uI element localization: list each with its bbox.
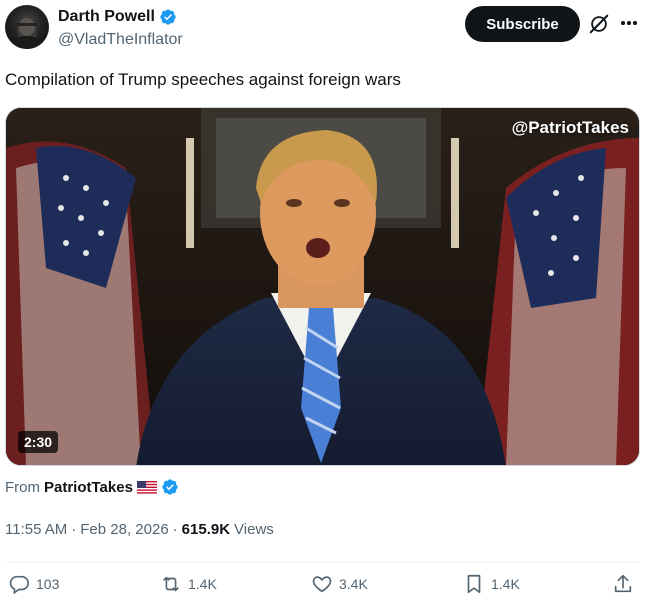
repost-button[interactable]: 1.4K xyxy=(160,573,217,595)
views-label: Views xyxy=(234,521,274,538)
meta-separator: · xyxy=(172,521,178,538)
like-button[interactable]: 3.4K xyxy=(311,573,368,595)
us-flag-icon xyxy=(136,480,157,494)
tweet-text: Compilation of Trump speeches against fo… xyxy=(5,70,401,89)
share-icon xyxy=(614,574,632,593)
more-dot xyxy=(633,21,637,25)
video-watermark: @PatriotTakes xyxy=(511,118,629,137)
source-verified-badge-icon xyxy=(162,479,178,495)
from-label: From xyxy=(5,478,40,496)
share-button[interactable] xyxy=(612,573,634,595)
divider xyxy=(5,562,640,563)
bookmark-icon xyxy=(467,574,481,594)
bookmark-count: 1.4K xyxy=(491,576,520,592)
author-avatar[interactable] xyxy=(5,5,49,49)
repost-icon xyxy=(163,576,179,592)
repost-count: 1.4K xyxy=(188,576,217,592)
tweet-date[interactable]: Feb 28, 2026 xyxy=(80,521,168,538)
verified-badge-icon xyxy=(160,9,176,25)
video-duration-badge: 2:30 xyxy=(18,431,59,453)
subscribe-button[interactable]: Subscribe xyxy=(465,6,580,42)
author-handle[interactable]: @VladTheInflator xyxy=(58,31,183,49)
reply-icon xyxy=(9,575,29,595)
reply-button[interactable]: 103 xyxy=(8,573,59,595)
tweet-header: Darth Powell @VladTheInflator Subscribe xyxy=(0,0,645,60)
more-options-icon[interactable] xyxy=(618,12,640,34)
more-dot xyxy=(621,21,625,25)
tweet-actions: 103 1.4K 3.4K 1.4K xyxy=(0,573,645,603)
views-count: 615.9K xyxy=(181,521,231,538)
grok-icon[interactable] xyxy=(588,13,610,35)
tweet-time[interactable]: 11:55 AM xyxy=(5,521,67,538)
tweet-meta: 11:55 AM · Feb 28, 2026 · 615.9K Views xyxy=(5,521,274,538)
source-account-link[interactable]: PatriotTakes xyxy=(44,479,133,496)
reply-count: 103 xyxy=(36,576,60,592)
like-count: 3.4K xyxy=(339,576,368,592)
heart-icon xyxy=(312,576,332,593)
more-dot xyxy=(627,21,631,25)
meta-separator: · xyxy=(71,521,77,538)
video-player[interactable]: @PatriotTakes 2:30 xyxy=(5,107,640,466)
author-name-row[interactable]: Darth Powell xyxy=(58,8,177,26)
video-frame xyxy=(6,108,639,465)
author-display-name[interactable]: Darth Powell xyxy=(58,8,155,26)
bookmark-button[interactable]: 1.4K xyxy=(463,573,520,595)
video-source-row: From PatriotTakes xyxy=(5,478,179,496)
